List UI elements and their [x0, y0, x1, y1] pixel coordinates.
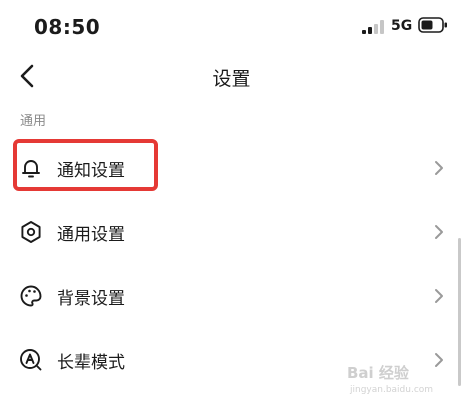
settings-item-label: 背景设置 [57, 289, 125, 309]
settings-item-label: 通用设置 [57, 225, 125, 245]
elder-mode-icon [20, 349, 42, 371]
chevron-right-icon [435, 225, 443, 239]
status-bar: 08:50 5G [0, 0, 463, 52]
nav-bar: 设置 [0, 52, 463, 102]
gear-icon [21, 221, 41, 243]
watermark: Bai 经验 [347, 364, 409, 382]
network-type: 5G [391, 18, 413, 34]
settings-item-notification[interactable]: 通知设置 [0, 136, 463, 200]
chevron-right-icon [435, 353, 443, 367]
bell-icon [22, 160, 40, 178]
settings-item-label: 通知设置 [57, 161, 125, 181]
section-label: 通用 [20, 114, 47, 129]
scrollbar[interactable] [458, 238, 461, 386]
settings-item-general[interactable]: 通用设置 [0, 200, 463, 264]
palette-icon [20, 285, 42, 307]
chevron-right-icon [435, 161, 443, 175]
settings-item-background[interactable]: 背景设置 [0, 264, 463, 328]
watermark-url: jingyan.baidu.com [350, 385, 434, 395]
status-time: 08:50 [34, 15, 101, 39]
chevron-right-icon [435, 289, 443, 303]
page-title: 设置 [212, 68, 251, 90]
settings-list: 通知设置 通用设置 背景设置 长辈模式 [0, 136, 463, 392]
signal-icon [362, 20, 384, 34]
settings-item-label: 长辈模式 [57, 353, 125, 373]
battery-icon [418, 17, 447, 33]
